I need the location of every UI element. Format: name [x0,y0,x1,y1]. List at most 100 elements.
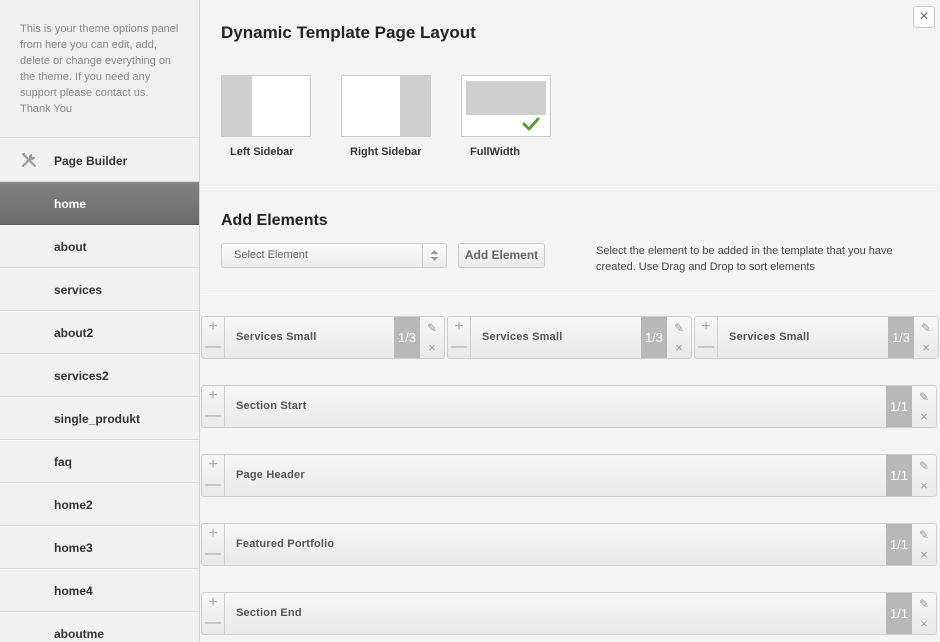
delete-icon[interactable]: × [912,476,936,496]
resize-controls: + — [202,455,225,496]
sidebar-item-home2[interactable]: home2 [0,483,199,526]
delete-icon[interactable]: × [912,614,936,634]
sidebar-item-about[interactable]: about [0,225,199,268]
layout-thumbnail[interactable] [341,75,431,137]
plus-icon[interactable]: + [202,455,224,475]
sidebar-item-about2[interactable]: about2 [0,311,199,354]
delete-icon[interactable]: × [912,407,936,427]
sidebar-item-label: home2 [54,498,93,512]
element-title: Section End [236,607,302,619]
element-services-small[interactable]: + — Services Small 1/3 ✎ × [694,316,939,359]
help-text: Select the element to be added in the te… [596,245,893,273]
element-title: Services Small [482,331,563,343]
sidebar-item-home3[interactable]: home3 [0,526,199,569]
edit-icon[interactable]: ✎ [912,525,936,545]
edit-icon[interactable]: ✎ [914,318,938,338]
layout-label: Left Sidebar [230,146,294,158]
sidebar-item-label: about [54,240,87,254]
edit-icon[interactable]: ✎ [912,594,936,614]
element-actions: ✎ × [914,317,938,358]
plus-icon[interactable]: + [202,593,224,613]
element-title: Featured Portfolio [236,538,335,550]
select-placeholder: Select Element [234,249,308,261]
element-featured-portfolio[interactable]: + — Featured Portfolio 1/1 ✎ × [201,523,937,566]
minus-icon[interactable]: — [202,406,224,426]
layout-title: Dynamic Template Page Layout [221,23,476,42]
element-actions: ✎ × [912,386,936,427]
resize-controls: + — [202,317,225,358]
sidebar: This is your theme options panel from he… [0,0,200,642]
plus-icon[interactable]: + [202,386,224,406]
sidebar-item-home[interactable]: home [0,182,199,225]
main-panel: × Dynamic Template Page Layout Left Side… [201,0,940,642]
sidebar-item-label: faq [54,455,72,469]
layout-label: FullWidth [470,146,520,158]
layout-fullwidth[interactable]: FullWidth [461,75,551,158]
plus-icon[interactable]: + [448,317,470,337]
layout-right-sidebar[interactable]: Right Sidebar [341,75,431,158]
minus-icon[interactable]: — [202,544,224,564]
size-badge: 1/3 [888,317,914,358]
layout-label: Right Sidebar [350,146,422,158]
resize-controls: + — [695,317,718,358]
delete-icon[interactable]: × [912,545,936,565]
sidebar-block [400,76,430,136]
sidebar-item-faq[interactable]: faq [0,440,199,483]
element-page-header[interactable]: + — Page Header 1/1 ✎ × [201,454,937,497]
minus-icon[interactable]: — [202,337,224,357]
size-badge: 1/3 [394,317,420,358]
layout-thumbnail[interactable] [221,75,311,137]
intro-text: This is your theme options panel from he… [0,0,199,138]
sidebar-item-label: single_produkt [54,412,141,426]
element-select[interactable]: Select Element [221,243,447,268]
size-badge: 1/1 [886,593,912,634]
element-section-start[interactable]: + — Section Start 1/1 ✎ × [201,385,937,428]
element-services-small[interactable]: + — Services Small 1/3 ✎ × [201,316,445,359]
sidebar-item-services2[interactable]: services2 [0,354,199,397]
intro-paragraph: This is your theme options panel from he… [20,23,179,115]
content-block [466,81,546,115]
delete-icon[interactable]: × [667,338,691,358]
add-element-button[interactable]: Add Element [458,243,545,268]
minus-icon[interactable]: — [202,475,224,495]
edit-icon[interactable]: ✎ [420,318,444,338]
edit-icon[interactable]: ✎ [912,387,936,407]
sidebar-item-page-builder[interactable]: Page Builder [0,138,199,182]
sidebar-item-label: services [54,283,103,297]
element-actions: ✎ × [912,593,936,634]
delete-icon[interactable]: × [914,338,938,358]
minus-icon[interactable]: — [202,613,224,633]
edit-icon[interactable]: ✎ [667,318,691,338]
plus-icon[interactable]: + [202,317,224,337]
edit-icon[interactable]: ✎ [912,456,936,476]
sidebar-item-label: services2 [54,369,109,383]
sidebar-item-label: home4 [54,584,93,598]
tools-icon [21,153,36,168]
element-section-end[interactable]: + — Section End 1/1 ✎ × [201,592,937,635]
element-services-small[interactable]: + — Services Small 1/3 ✎ × [447,316,692,359]
layout-thumbnail[interactable] [461,75,551,137]
plus-icon[interactable]: + [695,317,717,337]
element-title: Services Small [236,331,317,343]
delete-icon[interactable]: × [420,338,444,358]
size-badge: 1/3 [641,317,667,358]
sidebar-item-single-produkt[interactable]: single_produkt [0,397,199,440]
sidebar-block [222,76,252,136]
layout-left-sidebar[interactable]: Left Sidebar [221,75,311,158]
element-actions: ✎ × [667,317,691,358]
sidebar-item-label: home [54,197,87,211]
close-button[interactable]: × [913,6,935,28]
resize-controls: + — [202,593,225,634]
sidebar-item-aboutme[interactable]: aboutme [0,612,199,642]
element-title: Page Header [236,469,305,481]
size-badge: 1/1 [886,524,912,565]
sidebar-item-home4[interactable]: home4 [0,569,199,612]
size-badge: 1/1 [886,386,912,427]
size-badge: 1/1 [886,455,912,496]
minus-icon[interactable]: — [448,337,470,357]
sidebar-item-services[interactable]: services [0,268,199,311]
plus-icon[interactable]: + [202,524,224,544]
resize-controls: + — [202,524,225,565]
element-title: Section Start [236,400,307,412]
minus-icon[interactable]: — [695,337,717,357]
